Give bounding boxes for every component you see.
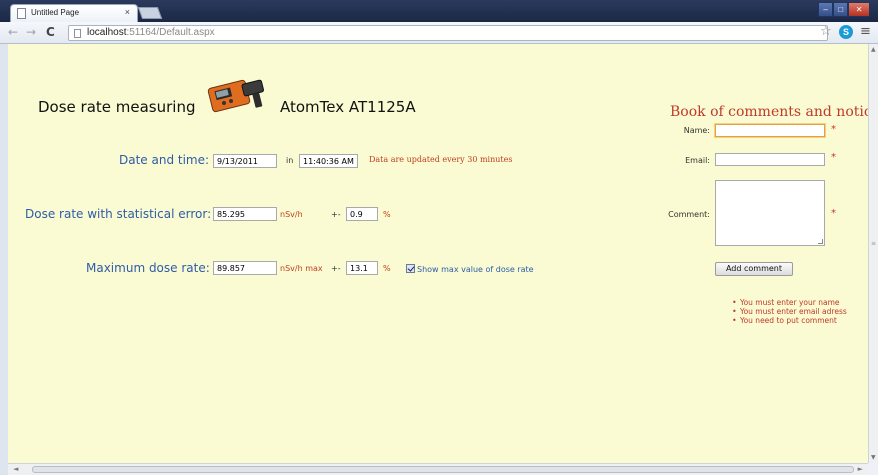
- dose-error-field[interactable]: 0.9: [346, 207, 378, 221]
- back-arrow-icon[interactable]: ←: [8, 25, 18, 39]
- tab-title: Untitled Page: [31, 8, 80, 17]
- scroll-left-icon[interactable]: ◄: [13, 465, 18, 473]
- max-dose-field[interactable]: 89.857: [213, 261, 277, 275]
- resize-handle-icon[interactable]: [818, 239, 823, 244]
- percent-unit: %: [383, 210, 391, 219]
- url-text[interactable]: localhost:51164/Default.aspx: [87, 27, 215, 38]
- max-error-field[interactable]: 13.1: [346, 261, 378, 275]
- window-left-border: [0, 44, 8, 475]
- address-bar[interactable]: localhost:51164/Default.aspx: [68, 25, 828, 41]
- scroll-right-icon[interactable]: ►: [858, 465, 863, 473]
- max-dose-unit: nSv/h max: [280, 264, 323, 273]
- window-controls: – □ ✕: [818, 2, 870, 17]
- scroll-thumb[interactable]: [32, 466, 854, 473]
- required-marker: *: [831, 208, 836, 219]
- minimize-icon[interactable]: –: [818, 2, 834, 17]
- update-note: Data are updated every 30 minutes: [369, 155, 513, 164]
- in-label: in: [286, 156, 294, 165]
- datetime-label: Date and time:: [119, 153, 210, 167]
- add-comment-button[interactable]: Add comment: [715, 262, 793, 276]
- reload-icon[interactable]: C: [46, 25, 55, 39]
- scroll-down-icon[interactable]: ▼: [871, 454, 876, 461]
- new-tab-button[interactable]: [137, 7, 163, 19]
- required-marker: *: [831, 124, 836, 135]
- email-input[interactable]: [715, 153, 825, 166]
- plus-minus-label: +-: [331, 264, 341, 273]
- comment-label: Comment:: [668, 210, 710, 219]
- scroll-grip-icon[interactable]: ≡: [871, 240, 876, 247]
- title-bar: Untitled Page × – □ ✕: [0, 0, 878, 22]
- device-name: AtomTex AT1125A: [280, 98, 416, 116]
- vertical-scrollbar[interactable]: ▲ ≡ ▼: [868, 44, 878, 463]
- page-icon: [17, 8, 26, 19]
- dose-rate-label: Dose rate with statistical error:: [25, 207, 212, 221]
- bookmark-star-icon[interactable]: ☆: [820, 24, 832, 39]
- horizontal-scrollbar[interactable]: ◄ ►: [8, 463, 868, 475]
- error-email-required: You must enter email adress: [730, 307, 850, 316]
- show-max-label[interactable]: Show max value of dose rate: [417, 265, 534, 274]
- browser-window: Untitled Page × – □ ✕ ← → C localhost:51…: [0, 0, 878, 475]
- page-title: Dose rate measuring: [38, 98, 196, 116]
- required-marker: *: [831, 152, 836, 163]
- percent-unit: %: [383, 264, 391, 273]
- url-path: :51164/Default.aspx: [126, 27, 215, 38]
- page-icon: [74, 29, 81, 38]
- time-field[interactable]: 11:40:36 AM: [299, 154, 358, 168]
- name-label: Name:: [683, 126, 710, 135]
- maximize-icon[interactable]: □: [833, 2, 849, 17]
- menu-icon[interactable]: ≡: [860, 24, 871, 39]
- show-max-checkbox[interactable]: [406, 264, 415, 273]
- skype-icon[interactable]: S: [839, 25, 853, 39]
- date-field[interactable]: 9/13/2011: [213, 154, 277, 168]
- comments-title: Book of comments and notices: [670, 104, 868, 120]
- page-viewport: Dose rate measuring AtomTex AT1125A Date…: [8, 44, 868, 463]
- close-window-icon[interactable]: ✕: [848, 2, 870, 17]
- forward-arrow-icon[interactable]: →: [26, 25, 36, 39]
- error-comment-required: You need to put comment: [730, 316, 850, 325]
- email-label: Email:: [685, 156, 710, 165]
- name-input[interactable]: [715, 124, 825, 137]
- dosimeter-image: [207, 79, 265, 113]
- scroll-up-icon[interactable]: ▲: [871, 46, 876, 53]
- max-dose-label: Maximum dose rate:: [86, 261, 210, 275]
- plus-minus-label: +-: [331, 210, 341, 219]
- validation-summary: You must enter your name You must enter …: [730, 298, 850, 325]
- url-host: localhost: [87, 27, 127, 38]
- dose-rate-field[interactable]: 85.295: [213, 207, 277, 221]
- browser-toolbar: ← → C localhost:51164/Default.aspx ☆ S ≡: [0, 22, 878, 44]
- browser-tab[interactable]: Untitled Page ×: [10, 4, 138, 22]
- tab-close-icon[interactable]: ×: [125, 7, 130, 17]
- dose-rate-unit: nSv/h: [280, 210, 303, 219]
- error-name-required: You must enter your name: [730, 298, 850, 307]
- comment-textarea[interactable]: [715, 180, 825, 246]
